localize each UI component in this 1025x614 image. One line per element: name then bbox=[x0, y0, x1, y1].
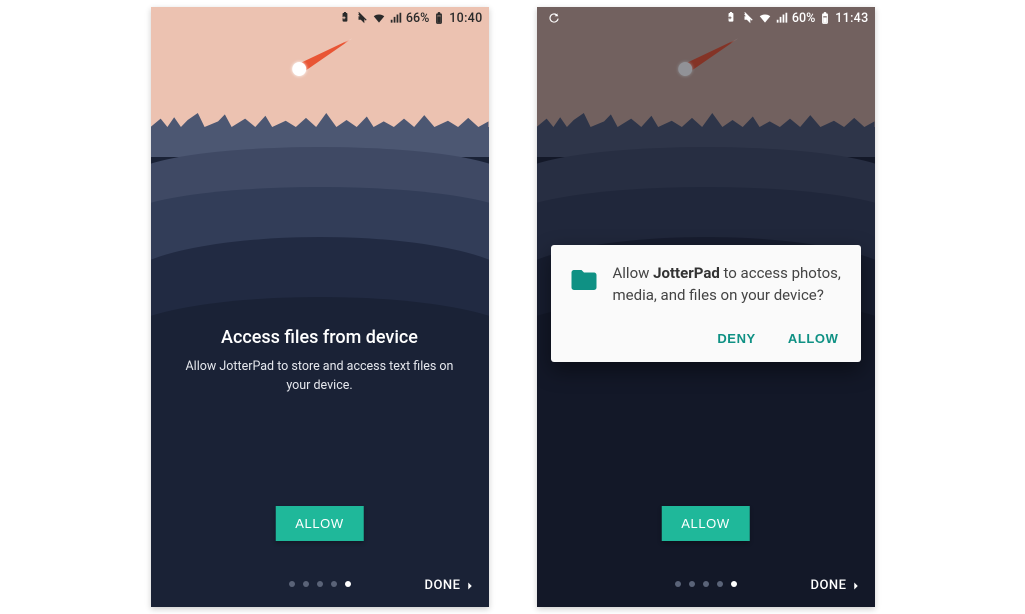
onboarding-subtitle: Allow JotterPad to store and access text… bbox=[177, 358, 463, 396]
chevron-right-icon bbox=[463, 579, 477, 593]
page-dot[interactable] bbox=[675, 581, 681, 587]
page-dot[interactable] bbox=[331, 581, 337, 587]
page-indicator bbox=[675, 581, 737, 587]
page-indicator bbox=[289, 581, 351, 587]
page-dot-active[interactable] bbox=[345, 581, 351, 587]
wifi-icon bbox=[372, 11, 386, 25]
status-bar: 66% 10:40 bbox=[151, 7, 489, 29]
status-bar: 60% 11:43 bbox=[537, 7, 875, 29]
done-label: DONE bbox=[810, 578, 846, 593]
battery-saver-icon bbox=[724, 11, 738, 25]
sync-icon bbox=[547, 11, 561, 25]
page-dot[interactable] bbox=[317, 581, 323, 587]
onboarding-title: Access files from device bbox=[177, 327, 463, 348]
battery-saver-icon bbox=[338, 11, 352, 25]
done-label: DONE bbox=[424, 578, 460, 593]
clock: 10:40 bbox=[449, 11, 482, 26]
mute-icon bbox=[741, 11, 755, 25]
page-dot[interactable] bbox=[303, 581, 309, 587]
allow-button[interactable]: ALLOW bbox=[275, 506, 364, 541]
chevron-right-icon bbox=[849, 579, 863, 593]
allow-permission-button[interactable]: ALLOW bbox=[784, 323, 843, 354]
battery-percent: 66% bbox=[406, 11, 429, 26]
permission-dialog: Allow JotterPad to access photos, media,… bbox=[551, 245, 861, 362]
folder-icon bbox=[569, 265, 599, 295]
battery-percent: 60% bbox=[792, 11, 815, 26]
mute-icon bbox=[355, 11, 369, 25]
page-dot[interactable] bbox=[703, 581, 709, 587]
battery-icon bbox=[432, 11, 446, 25]
wifi-icon bbox=[758, 11, 772, 25]
page-dot[interactable] bbox=[289, 581, 295, 587]
done-button[interactable]: DONE bbox=[424, 578, 476, 593]
screenshot-right: 60% 11:43 ALLOW DONE Allow JotterPad to … bbox=[537, 7, 875, 607]
page-dot[interactable] bbox=[717, 581, 723, 587]
page-dot-active[interactable] bbox=[731, 581, 737, 587]
signal-icon bbox=[389, 11, 403, 25]
clock: 11:43 bbox=[835, 11, 868, 26]
deny-button[interactable]: DENY bbox=[713, 323, 760, 354]
page-dot[interactable] bbox=[689, 581, 695, 587]
onboarding-content: Access files from device Allow JotterPad… bbox=[151, 327, 489, 396]
done-button[interactable]: DONE bbox=[810, 578, 862, 593]
permission-message: Allow JotterPad to access photos, media,… bbox=[613, 263, 843, 307]
screenshot-left: 66% 10:40 Access files from device Allow… bbox=[151, 7, 489, 607]
signal-icon bbox=[775, 11, 789, 25]
allow-button[interactable]: ALLOW bbox=[661, 506, 750, 541]
battery-icon bbox=[818, 11, 832, 25]
